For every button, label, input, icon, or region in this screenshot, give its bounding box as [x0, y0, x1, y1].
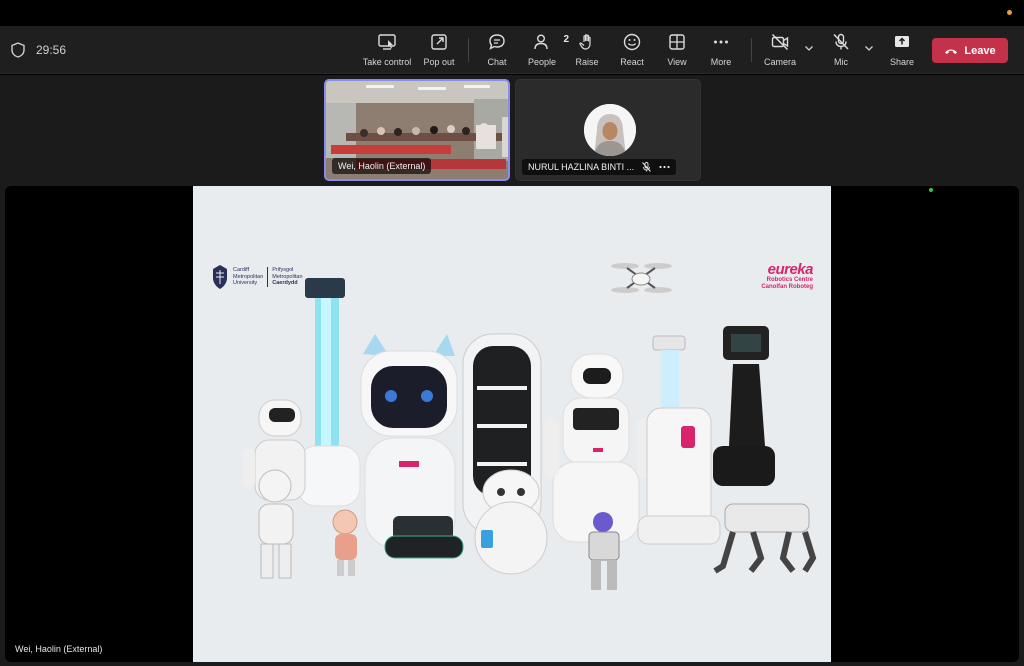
raise-hand-button[interactable]: Raise	[572, 32, 602, 70]
leave-button[interactable]: Leave	[932, 38, 1008, 63]
raise-label: Raise	[575, 57, 599, 67]
shared-slide: Cardiff Metropolitan University Prifysgo…	[193, 186, 831, 662]
mic-button[interactable]: Mic	[828, 32, 854, 70]
share-button[interactable]: Share	[887, 32, 917, 70]
toolbar-divider	[468, 38, 469, 62]
mic-off-icon	[833, 33, 849, 50]
leave-label: Leave	[964, 44, 996, 57]
meeting-timer: 29:56	[36, 43, 67, 57]
pink-robot-icon	[332, 509, 358, 576]
react-label: React	[620, 57, 644, 67]
more-icon	[714, 40, 728, 44]
avatar	[584, 104, 636, 156]
more-options-icon[interactable]	[659, 165, 670, 169]
egg-robot-icon	[474, 469, 548, 575]
screen-share-view[interactable]: Cardiff Metropolitan University Prifysgo…	[5, 186, 1019, 662]
view-label: View	[667, 57, 687, 67]
shield-icon[interactable]	[11, 42, 25, 58]
status-indicator	[1007, 10, 1012, 15]
view-button[interactable]: View	[663, 32, 691, 70]
people-count-badge: 2	[563, 34, 569, 45]
take-control-icon	[378, 34, 396, 50]
tank-robot-icon	[384, 516, 464, 559]
chat-button[interactable]: Chat	[483, 32, 511, 70]
people-button[interactable]: 2 People	[525, 32, 569, 70]
uv-robot-icon	[297, 278, 361, 507]
chat-label: Chat	[487, 57, 507, 67]
avatar-photo	[584, 104, 636, 156]
participant-name: Wei, Haolin (External)	[338, 161, 426, 171]
hang-up-icon	[945, 49, 958, 54]
toolbar-divider	[751, 38, 752, 62]
grid-view-icon	[669, 34, 685, 50]
mic-label: Mic	[834, 57, 848, 67]
telepresence-robot-icon	[713, 326, 775, 486]
mic-muted-icon	[642, 162, 652, 172]
participant-tile-1[interactable]: Wei, Haolin (External)	[324, 79, 510, 181]
meeting-toolbar: 29:56 Take control Pop out Chat 2 People	[0, 26, 1024, 74]
participant-tile-2[interactable]: NURUL HAZLINA BINTI ...	[515, 79, 701, 181]
share-label: Share	[889, 57, 915, 67]
camera-label: Camera	[763, 57, 796, 67]
drone-icon	[611, 263, 672, 293]
chat-icon	[489, 34, 505, 50]
presenter-name: Wei, Haolin (External)	[15, 644, 103, 654]
people-icon	[534, 34, 548, 50]
camera-button[interactable]: Camera	[762, 32, 798, 70]
emoji-icon	[623, 33, 641, 51]
more-button[interactable]: More	[706, 32, 736, 70]
mic-options-chevron-icon[interactable]	[863, 42, 875, 54]
nao-robot-icon	[258, 469, 294, 579]
take-control-button[interactable]: Take control	[360, 32, 414, 70]
pop-out-icon	[431, 34, 447, 50]
participant-nameplate: NURUL HAZLINA BINTI ...	[522, 159, 677, 175]
share-status-dot	[929, 188, 933, 192]
pop-out-label: Pop out	[423, 57, 455, 67]
pop-out-button[interactable]: Pop out	[420, 32, 458, 70]
people-label: People	[527, 57, 557, 67]
camera-options-chevron-icon[interactable]	[803, 42, 815, 54]
share-screen-icon	[895, 36, 909, 47]
participant-nameplate: Wei, Haolin (External)	[332, 158, 432, 174]
camera-off-icon	[771, 33, 789, 51]
robots-illustration	[243, 263, 817, 590]
participant-name: NURUL HAZLINA BINTI ...	[528, 162, 635, 172]
take-control-label: Take control	[362, 57, 412, 67]
window-titlebar	[0, 0, 1024, 26]
react-button[interactable]: React	[617, 32, 647, 70]
cat-robot-icon	[360, 334, 458, 549]
hand-icon	[579, 34, 591, 50]
uv-robot-icon	[637, 335, 721, 545]
robot-dog-icon	[713, 503, 817, 574]
meeting-stage: Wei, Haolin (External) NURUL HAZLINA BIN…	[0, 75, 1024, 666]
more-label: More	[710, 57, 732, 67]
